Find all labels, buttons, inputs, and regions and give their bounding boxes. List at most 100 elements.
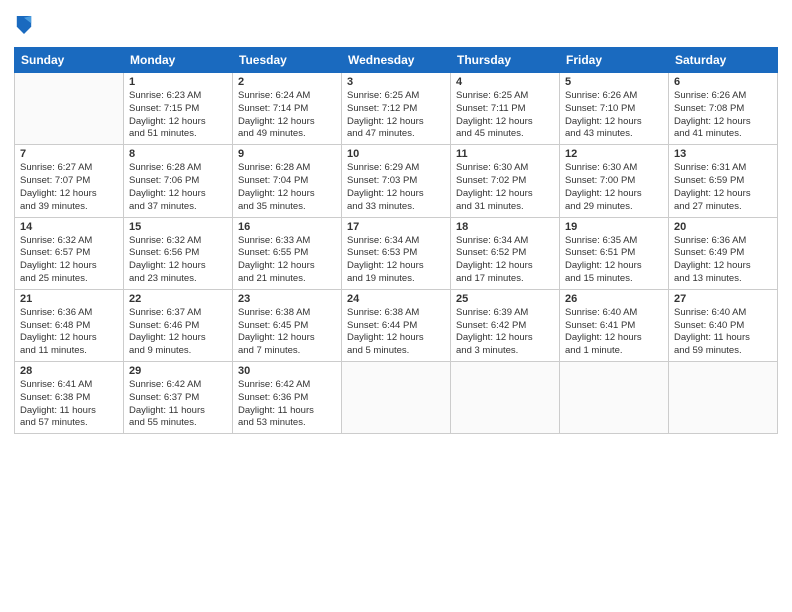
- day-number: 27: [674, 293, 772, 305]
- calendar-cell: 21 Sunrise: 6:36 AMSunset: 6:48 PMDayligh…: [15, 289, 124, 361]
- day-info: Sunrise: 6:32 AMSunset: 6:57 PMDaylight:…: [20, 235, 118, 286]
- calendar-cell: 22Sunrise: 6:37 AMSunset: 6:46 PMDayligh…: [124, 289, 233, 361]
- calendar-cell: 8 Sunrise: 6:28 AMSunset: 7:06 PMDaylight…: [124, 145, 233, 217]
- calendar-cell: 14 Sunrise: 6:32 AMSunset: 6:57 PMDayligh…: [15, 217, 124, 289]
- day-info: Sunrise: 6:23 AMSunset: 7:15 PMDaylight:…: [129, 90, 227, 141]
- weekday-header: Friday: [560, 48, 669, 73]
- calendar-cell: 30 Sunrise: 6:42 AMSunset: 6:36 PMDayligh…: [233, 362, 342, 434]
- day-info: Sunrise: 6:26 AMSunset: 7:10 PMDaylight:…: [565, 90, 663, 141]
- calendar-cell: 2 Sunrise: 6:24 AMSunset: 7:14 PMDaylight…: [233, 73, 342, 145]
- day-info: Sunrise: 6:35 AMSunset: 6:51 PMDaylight:…: [565, 235, 663, 286]
- day-info: Sunrise: 6:28 AMSunset: 7:04 PMDaylight:…: [238, 162, 336, 213]
- day-info: Sunrise: 6:41 AMSunset: 6:38 PMDaylight:…: [20, 379, 118, 430]
- calendar-table: SundayMondayTuesdayWednesdayThursdayFrid…: [14, 47, 778, 434]
- day-number: 11: [456, 148, 554, 160]
- calendar-cell: 11 Sunrise: 6:30 AMSunset: 7:02 PMDayligh…: [451, 145, 560, 217]
- day-number: 1: [129, 76, 227, 88]
- calendar-cell: 13 Sunrise: 6:31 AMSunset: 6:59 PMDayligh…: [669, 145, 778, 217]
- calendar-cell: 23 Sunrise: 6:38 AMSunset: 6:45 PMDayligh…: [233, 289, 342, 361]
- weekday-header: Tuesday: [233, 48, 342, 73]
- calendar-cell: 18 Sunrise: 6:34 AMSunset: 6:52 PMDayligh…: [451, 217, 560, 289]
- day-info: Sunrise: 6:42 AMSunset: 6:37 PMDaylight:…: [129, 379, 227, 430]
- day-number: 8: [129, 148, 227, 160]
- day-number: 2: [238, 76, 336, 88]
- day-number: 26: [565, 293, 663, 305]
- calendar-cell: 19 Sunrise: 6:35 AMSunset: 6:51 PMDayligh…: [560, 217, 669, 289]
- day-number: 7: [20, 148, 118, 160]
- day-number: 3: [347, 76, 445, 88]
- day-info: Sunrise: 6:30 AMSunset: 7:02 PMDaylight:…: [456, 162, 554, 213]
- day-number: 30: [238, 365, 336, 377]
- calendar-week-row: 7Sunrise: 6:27 AMSunset: 7:07 PMDaylight…: [15, 145, 778, 217]
- calendar-cell: 16 Sunrise: 6:33 AMSunset: 6:55 PMDayligh…: [233, 217, 342, 289]
- day-number: 13: [674, 148, 772, 160]
- header: [14, 10, 778, 41]
- day-number: 23: [238, 293, 336, 305]
- calendar-cell: 15 Sunrise: 6:32 AMSunset: 6:56 PMDayligh…: [124, 217, 233, 289]
- weekday-header: Thursday: [451, 48, 560, 73]
- day-number: 12: [565, 148, 663, 160]
- calendar-cell: 6 Sunrise: 6:26 AMSunset: 7:08 PMDaylight…: [669, 73, 778, 145]
- day-number: 6: [674, 76, 772, 88]
- page: SundayMondayTuesdayWednesdayThursdayFrid…: [0, 0, 792, 612]
- calendar-cell: 29Sunrise: 6:42 AMSunset: 6:37 PMDayligh…: [124, 362, 233, 434]
- day-number: 24: [347, 293, 445, 305]
- day-info: Sunrise: 6:25 AMSunset: 7:11 PMDaylight:…: [456, 90, 554, 141]
- calendar-week-row: 14 Sunrise: 6:32 AMSunset: 6:57 PMDayligh…: [15, 217, 778, 289]
- day-info: Sunrise: 6:40 AMSunset: 6:40 PMDaylight:…: [674, 307, 772, 358]
- day-info: Sunrise: 6:29 AMSunset: 7:03 PMDaylight:…: [347, 162, 445, 213]
- day-info: Sunrise: 6:34 AMSunset: 6:53 PMDaylight:…: [347, 235, 445, 286]
- day-number: 17: [347, 221, 445, 233]
- day-info: Sunrise: 6:33 AMSunset: 6:55 PMDaylight:…: [238, 235, 336, 286]
- calendar-cell: 28 Sunrise: 6:41 AMSunset: 6:38 PMDayligh…: [15, 362, 124, 434]
- day-info: Sunrise: 6:39 AMSunset: 6:42 PMDaylight:…: [456, 307, 554, 358]
- day-info: Sunrise: 6:32 AMSunset: 6:56 PMDaylight:…: [129, 235, 227, 286]
- day-info: Sunrise: 6:36 AMSunset: 6:48 PMDaylight:…: [20, 307, 118, 358]
- calendar-cell: 7Sunrise: 6:27 AMSunset: 7:07 PMDaylight…: [15, 145, 124, 217]
- calendar-cell: [342, 362, 451, 434]
- day-number: 22: [129, 293, 227, 305]
- day-number: 5: [565, 76, 663, 88]
- day-number: 19: [565, 221, 663, 233]
- calendar-cell: [669, 362, 778, 434]
- day-number: 18: [456, 221, 554, 233]
- day-number: 28: [20, 365, 118, 377]
- day-info: Sunrise: 6:24 AMSunset: 7:14 PMDaylight:…: [238, 90, 336, 141]
- calendar-cell: 17 Sunrise: 6:34 AMSunset: 6:53 PMDayligh…: [342, 217, 451, 289]
- day-number: 16: [238, 221, 336, 233]
- day-number: 15: [129, 221, 227, 233]
- calendar-week-row: 28 Sunrise: 6:41 AMSunset: 6:38 PMDayligh…: [15, 362, 778, 434]
- day-info: Sunrise: 6:30 AMSunset: 7:00 PMDaylight:…: [565, 162, 663, 213]
- weekday-header: Wednesday: [342, 48, 451, 73]
- day-info: Sunrise: 6:38 AMSunset: 6:44 PMDaylight:…: [347, 307, 445, 358]
- calendar-cell: 27 Sunrise: 6:40 AMSunset: 6:40 PMDayligh…: [669, 289, 778, 361]
- day-info: Sunrise: 6:40 AMSunset: 6:41 PMDaylight:…: [565, 307, 663, 358]
- calendar-cell: 12 Sunrise: 6:30 AMSunset: 7:00 PMDayligh…: [560, 145, 669, 217]
- calendar-cell: 26 Sunrise: 6:40 AMSunset: 6:41 PMDayligh…: [560, 289, 669, 361]
- calendar-cell: 24 Sunrise: 6:38 AMSunset: 6:44 PMDayligh…: [342, 289, 451, 361]
- calendar-cell: 10Sunrise: 6:29 AMSunset: 7:03 PMDayligh…: [342, 145, 451, 217]
- day-info: Sunrise: 6:42 AMSunset: 6:36 PMDaylight:…: [238, 379, 336, 430]
- calendar-week-row: 21 Sunrise: 6:36 AMSunset: 6:48 PMDayligh…: [15, 289, 778, 361]
- calendar-header-row: SundayMondayTuesdayWednesdayThursdayFrid…: [15, 48, 778, 73]
- day-info: Sunrise: 6:34 AMSunset: 6:52 PMDaylight:…: [456, 235, 554, 286]
- day-info: Sunrise: 6:25 AMSunset: 7:12 PMDaylight:…: [347, 90, 445, 141]
- day-number: 20: [674, 221, 772, 233]
- calendar-cell: 3 Sunrise: 6:25 AMSunset: 7:12 PMDaylight…: [342, 73, 451, 145]
- day-number: 14: [20, 221, 118, 233]
- calendar-cell: 9Sunrise: 6:28 AMSunset: 7:04 PMDaylight…: [233, 145, 342, 217]
- weekday-header: Sunday: [15, 48, 124, 73]
- day-info: Sunrise: 6:28 AMSunset: 7:06 PMDaylight:…: [129, 162, 227, 213]
- day-number: 25: [456, 293, 554, 305]
- day-number: 21: [20, 293, 118, 305]
- calendar-cell: 4Sunrise: 6:25 AMSunset: 7:11 PMDaylight…: [451, 73, 560, 145]
- logo-icon: [15, 14, 33, 36]
- day-info: Sunrise: 6:38 AMSunset: 6:45 PMDaylight:…: [238, 307, 336, 358]
- calendar-cell: 20Sunrise: 6:36 AMSunset: 6:49 PMDayligh…: [669, 217, 778, 289]
- day-info: Sunrise: 6:31 AMSunset: 6:59 PMDaylight:…: [674, 162, 772, 213]
- weekday-header: Saturday: [669, 48, 778, 73]
- weekday-header: Monday: [124, 48, 233, 73]
- day-info: Sunrise: 6:26 AMSunset: 7:08 PMDaylight:…: [674, 90, 772, 141]
- calendar-cell: [560, 362, 669, 434]
- calendar-week-row: 1 Sunrise: 6:23 AMSunset: 7:15 PMDaylight…: [15, 73, 778, 145]
